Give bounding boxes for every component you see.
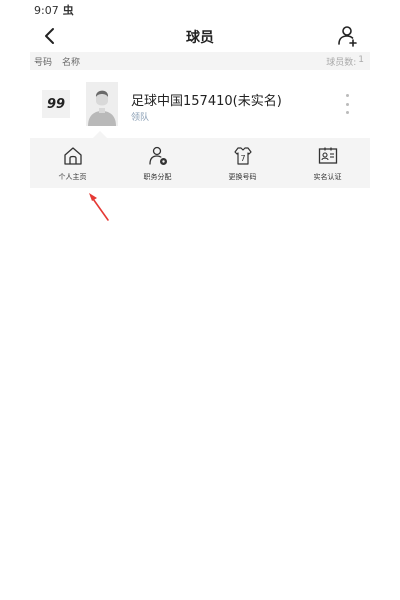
menu-dot xyxy=(345,102,349,106)
player-action-bar: 个人主页 职务分配 7 更换号码 实名认证 xyxy=(30,138,370,188)
player-count: 球员数: 1 xyxy=(326,55,364,68)
add-user-icon[interactable] xyxy=(336,24,360,48)
action-label: 实名认证 xyxy=(313,173,342,181)
popup-caret xyxy=(93,131,107,138)
status-bar: 9:07 虫 xyxy=(34,2,74,18)
action-label: 职务分配 xyxy=(143,173,172,181)
column-name-header: 名称 xyxy=(62,57,81,68)
menu-dot xyxy=(345,94,349,97)
assign-role-action[interactable]: 职务分配 xyxy=(115,138,200,188)
avatar xyxy=(86,82,118,126)
more-vertical-icon[interactable] xyxy=(340,92,354,116)
action-label: 个人主页 xyxy=(58,173,87,181)
player-number-badge: 99 xyxy=(42,90,70,118)
player-role: 领队 xyxy=(131,113,150,123)
annotation-arrow-icon xyxy=(89,193,109,221)
home-icon xyxy=(63,147,82,165)
player-row[interactable]: 99 足球中国157410(未实名) 领队 xyxy=(30,72,370,136)
player-count-value: 1 xyxy=(358,54,364,65)
status-indicator: 虫 xyxy=(62,4,74,17)
menu-dot xyxy=(345,111,349,114)
action-label: 更换号码 xyxy=(228,173,257,181)
change-number-icon: 7 xyxy=(233,147,252,165)
column-number-header: 号码 xyxy=(34,57,53,68)
player-count-label: 球员数: xyxy=(326,57,357,68)
change-number-action[interactable]: 7 更换号码 xyxy=(200,138,285,188)
table-header: 号码 名称 球员数: 1 xyxy=(30,52,370,70)
player-name: 足球中国157410(未实名) xyxy=(131,94,282,109)
assign-role-icon xyxy=(148,146,167,165)
svg-text:7: 7 xyxy=(240,154,245,163)
status-time: 9:07 xyxy=(34,3,59,17)
real-name-auth-action[interactable]: 实名认证 xyxy=(285,138,370,188)
id-card-icon xyxy=(318,147,337,164)
nav-bar: 球员 xyxy=(0,22,400,50)
home-page-action[interactable]: 个人主页 xyxy=(30,138,115,188)
